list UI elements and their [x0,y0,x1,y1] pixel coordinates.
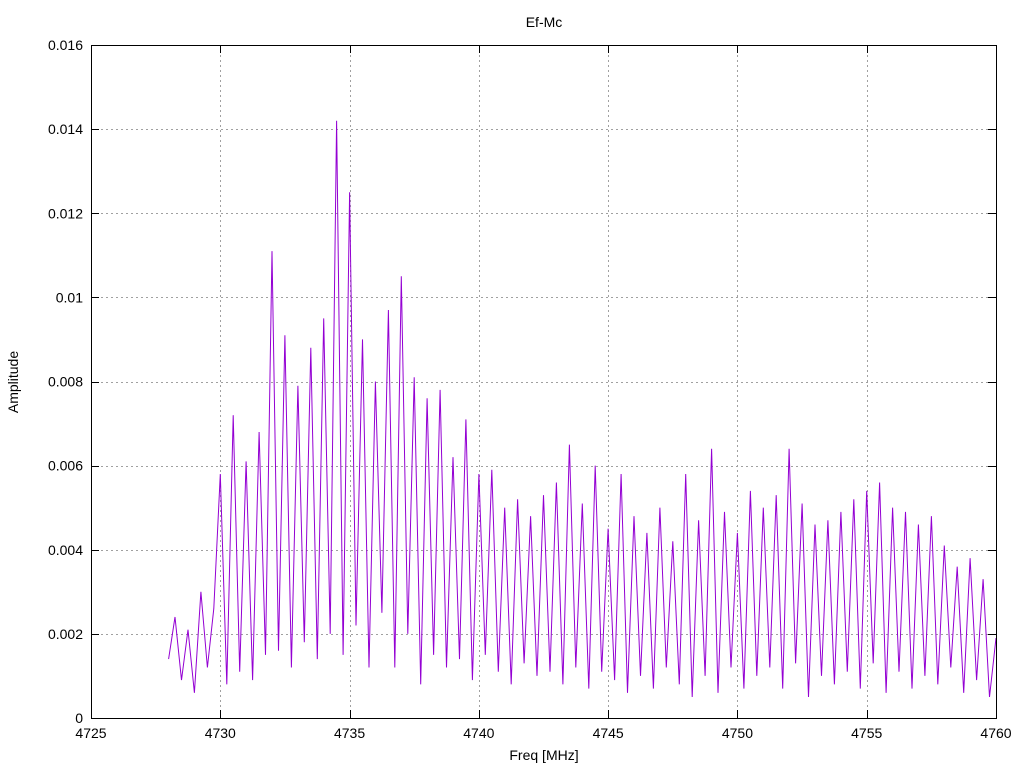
y-tick-label: 0.002 [48,626,83,642]
y-tick-label: 0.006 [48,458,83,474]
x-tick-label: 4755 [851,725,882,741]
grid-lines [91,45,996,718]
y-tick-labels: 0 0.002 0.004 0.006 0.008 0.01 0.012 0.014 0.016 [48,37,83,726]
x-tick-label: 4745 [593,725,624,741]
x-tick-labels: 4725 4730 4735 4740 4745 4750 4755 4760 [75,725,1011,741]
x-tick-label: 4730 [205,725,236,741]
plot-area [168,120,997,698]
x-tick-label: 4760 [980,725,1011,741]
y-tick-label: 0.004 [48,542,83,558]
x-tick-label: 4740 [463,725,494,741]
spectrum-line [168,120,997,698]
x-tick-label: 4735 [334,725,365,741]
y-axis-title: Amplitude [5,351,21,413]
y-tick-label: 0.012 [48,205,83,221]
x-axis-title: Freq [MHz] [509,747,578,763]
y-tick-label: 0.01 [56,289,83,305]
x-tick-label: 4750 [722,725,753,741]
x-tick-label: 4725 [75,725,106,741]
chart-title: Ef-Mc [526,14,563,30]
spectrum-chart: 4725 4730 4735 4740 4745 4750 4755 4760 00.0020… [5,14,1012,763]
y-tick-label: 0.008 [48,374,83,390]
y-tick-label: 0.014 [48,121,83,137]
y-tick-label: 0.016 [48,37,83,53]
y-tick-label: 0 [75,710,83,726]
axis-ticks [91,45,997,719]
